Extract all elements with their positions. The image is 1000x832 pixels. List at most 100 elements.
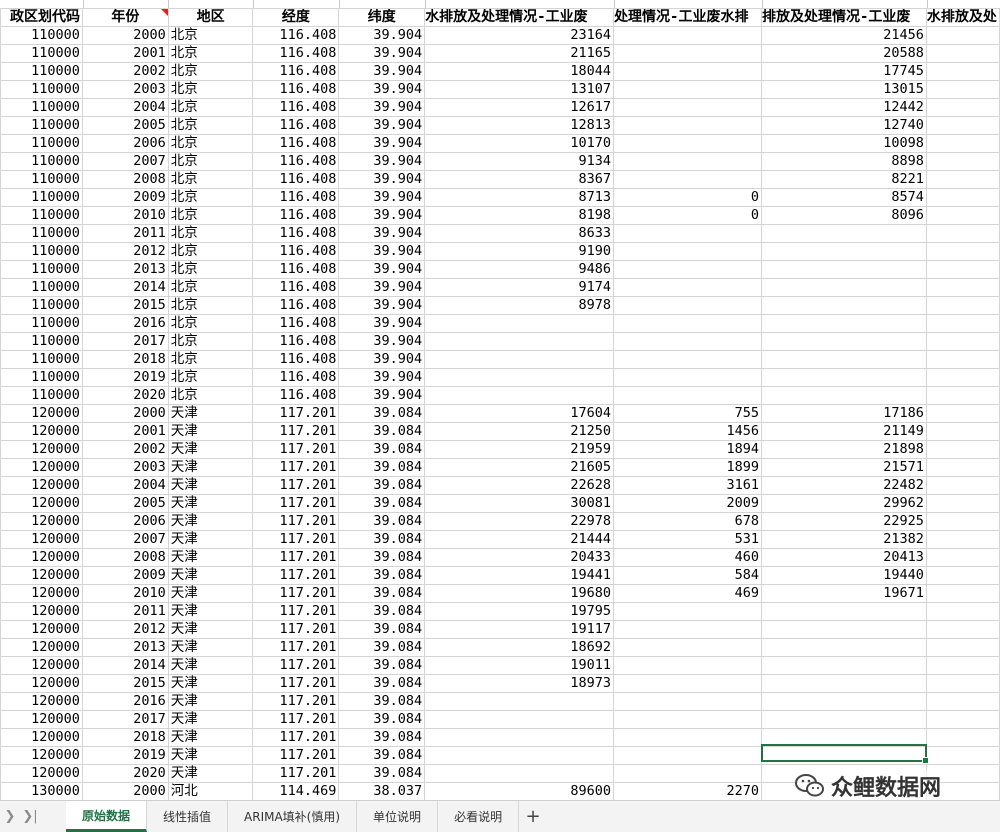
cell-wastewater-4[interactable] (925, 314, 1000, 333)
cell-wastewater-2[interactable] (613, 296, 762, 315)
cell-wastewater-4[interactable] (925, 188, 1000, 207)
cell-wastewater-4[interactable] (925, 620, 1000, 639)
cell-wastewater-1[interactable]: 30081 (424, 494, 615, 513)
cell-wastewater-1[interactable]: 89600 (424, 782, 615, 800)
cell-year[interactable]: 2010 (81, 206, 169, 225)
cell-wastewater-2[interactable] (613, 314, 762, 333)
cell-code[interactable]: 110000 (0, 44, 83, 63)
cell-wastewater-1[interactable]: 20433 (424, 548, 615, 567)
cell-longitude[interactable]: 117.201 (252, 620, 340, 639)
cell-wastewater-1[interactable]: 8633 (424, 224, 615, 243)
cell-year[interactable]: 2012 (81, 242, 169, 261)
cell-wastewater-2[interactable] (613, 62, 762, 81)
cell-code[interactable]: 120000 (0, 530, 83, 549)
cell-wastewater-3[interactable] (761, 368, 927, 387)
cell-code[interactable]: 110000 (0, 98, 83, 117)
prev-sheet-icon[interactable]: ❯ (0, 801, 20, 832)
cell-wastewater-3[interactable]: 20413 (761, 548, 927, 567)
cell-latitude[interactable]: 39.084 (338, 764, 426, 783)
cell-region[interactable]: 北京 (167, 206, 254, 225)
cell-code[interactable]: 120000 (0, 422, 83, 441)
cell-latitude[interactable]: 39.904 (338, 62, 426, 81)
cell-region[interactable]: 北京 (167, 386, 254, 405)
cell-year[interactable]: 2007 (81, 530, 169, 549)
tab-must-read-notes[interactable]: 必看说明 (438, 801, 520, 832)
cell-wastewater-4[interactable] (925, 242, 1000, 261)
cell-year[interactable]: 2000 (81, 782, 169, 800)
cell-region[interactable]: 北京 (167, 278, 254, 297)
header-cell-latitude[interactable]: 纬度 (338, 8, 426, 27)
cell-latitude[interactable]: 39.084 (338, 584, 426, 603)
cell-wastewater-1[interactable]: 12617 (424, 98, 615, 117)
cell-region[interactable]: 北京 (167, 188, 254, 207)
cell-code[interactable]: 120000 (0, 656, 83, 675)
cell-wastewater-3[interactable]: 8574 (761, 188, 927, 207)
cell-region[interactable]: 北京 (167, 26, 254, 45)
cell-wastewater-2[interactable]: 584 (613, 566, 762, 585)
cell-year[interactable]: 2009 (81, 566, 169, 585)
cell-wastewater-1[interactable]: 17604 (424, 404, 615, 423)
cell-wastewater-2[interactable] (613, 368, 762, 387)
cell-longitude[interactable]: 114.469 (252, 782, 340, 800)
cell-longitude[interactable]: 117.201 (252, 458, 340, 477)
cell-longitude[interactable]: 116.408 (252, 386, 340, 405)
cell-region[interactable]: 北京 (167, 80, 254, 99)
cell-latitude[interactable]: 39.084 (338, 530, 426, 549)
cell-longitude[interactable]: 117.201 (252, 530, 340, 549)
cell-year[interactable]: 2004 (81, 98, 169, 117)
cell-wastewater-4[interactable] (925, 746, 1000, 765)
cell-wastewater-3[interactable]: 8221 (761, 170, 927, 189)
cell-wastewater-2[interactable] (613, 728, 762, 747)
cell-year[interactable]: 2002 (81, 62, 169, 81)
cell-latitude[interactable]: 39.904 (338, 80, 426, 99)
cell-year[interactable]: 2014 (81, 656, 169, 675)
cell-region[interactable]: 天津 (167, 422, 254, 441)
cell-latitude[interactable]: 39.904 (338, 26, 426, 45)
cell-wastewater-1[interactable]: 13107 (424, 80, 615, 99)
cell-wastewater-4[interactable] (925, 296, 1000, 315)
cell-code[interactable]: 120000 (0, 638, 83, 657)
cell-longitude[interactable]: 117.201 (252, 494, 340, 513)
cell-wastewater-4[interactable] (925, 566, 1000, 585)
cell-code[interactable]: 110000 (0, 296, 83, 315)
cell-region[interactable]: 北京 (167, 98, 254, 117)
cell-region[interactable]: 天津 (167, 440, 254, 459)
cell-wastewater-1[interactable]: 9134 (424, 152, 615, 171)
cell-wastewater-3[interactable] (761, 728, 927, 747)
cell-wastewater-3[interactable] (761, 350, 927, 369)
cell-wastewater-2[interactable]: 1899 (613, 458, 762, 477)
cell-code[interactable]: 120000 (0, 764, 83, 783)
cell-year[interactable]: 2003 (81, 458, 169, 477)
cell-wastewater-1[interactable] (424, 746, 615, 765)
cell-wastewater-3[interactable]: 17186 (761, 404, 927, 423)
cell-latitude[interactable]: 39.084 (338, 512, 426, 531)
cell-region[interactable]: 天津 (167, 710, 254, 729)
cell-wastewater-4[interactable] (925, 278, 1000, 297)
cell-wastewater-2[interactable] (613, 116, 762, 135)
cell-code[interactable]: 110000 (0, 62, 83, 81)
cell-code[interactable]: 110000 (0, 224, 83, 243)
cell-latitude[interactable]: 39.084 (338, 566, 426, 585)
cell-wastewater-2[interactable] (613, 692, 762, 711)
cell-wastewater-3[interactable] (761, 332, 927, 351)
cell-wastewater-1[interactable] (424, 710, 615, 729)
cell-region[interactable]: 北京 (167, 242, 254, 261)
cell-wastewater-2[interactable]: 0 (613, 188, 762, 207)
cell-wastewater-4[interactable] (925, 26, 1000, 45)
cell-wastewater-1[interactable] (424, 350, 615, 369)
cell-wastewater-3[interactable] (761, 710, 927, 729)
cell-wastewater-1[interactable] (424, 332, 615, 351)
cell-year[interactable]: 2008 (81, 170, 169, 189)
cell-wastewater-3[interactable]: 22925 (761, 512, 927, 531)
cell-wastewater-4[interactable] (925, 710, 1000, 729)
cell-latitude[interactable]: 39.084 (338, 728, 426, 747)
cell-region[interactable]: 天津 (167, 584, 254, 603)
cell-year[interactable]: 2010 (81, 584, 169, 603)
cell-wastewater-1[interactable]: 18044 (424, 62, 615, 81)
cell-longitude[interactable]: 117.201 (252, 764, 340, 783)
cell-year[interactable]: 2013 (81, 638, 169, 657)
cell-year[interactable]: 2005 (81, 494, 169, 513)
cell-year[interactable]: 2015 (81, 296, 169, 315)
cell-wastewater-1[interactable]: 23164 (424, 26, 615, 45)
cell-year[interactable]: 2009 (81, 188, 169, 207)
